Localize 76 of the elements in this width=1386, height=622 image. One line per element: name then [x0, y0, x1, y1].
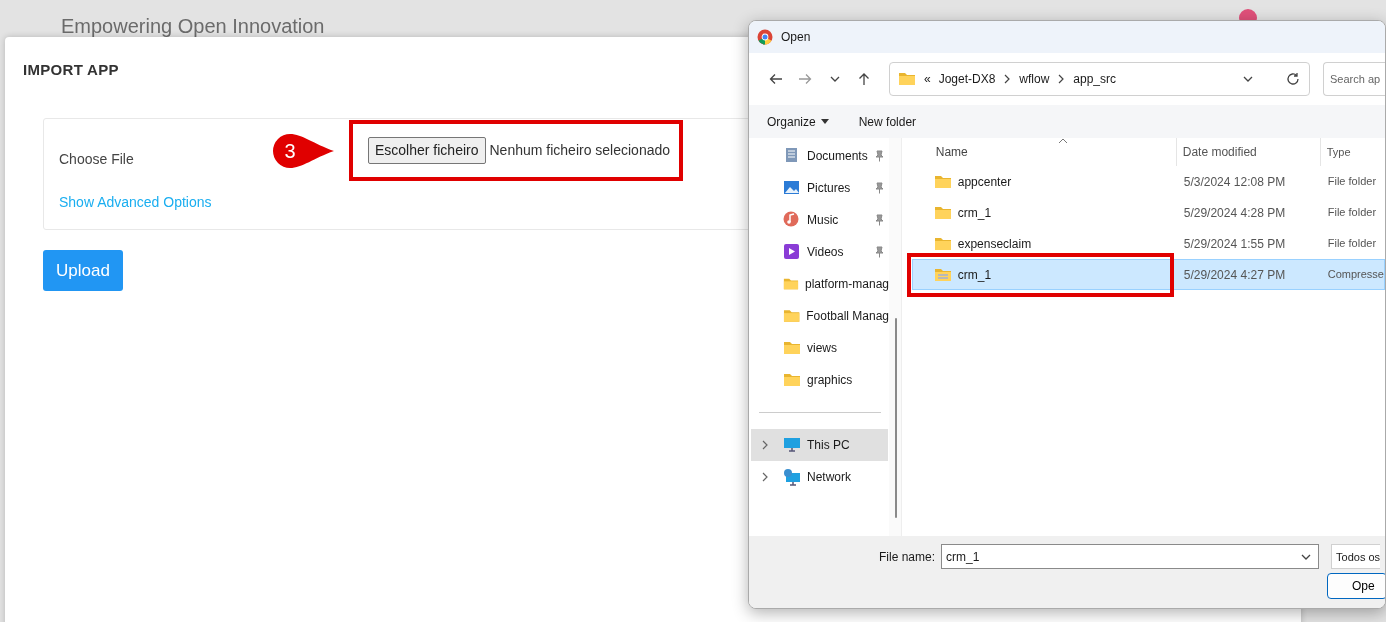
- chevron-right-icon: [1003, 74, 1012, 84]
- navigation-label: views: [807, 340, 837, 357]
- file-name: crm_1: [957, 266, 992, 284]
- chevron-right-icon[interactable]: [761, 472, 769, 482]
- file-name: crm_1: [957, 204, 992, 222]
- file-type: File folder: [1326, 174, 1377, 190]
- address-bar[interactable]: « Joget-DX8 wflow app_src: [888, 62, 1310, 96]
- modal-title: IMPORT APP: [23, 60, 119, 80]
- column-header[interactable]: Type: [1320, 143, 1351, 161]
- field-label: File name:: [879, 548, 936, 566]
- navigation-item[interactable]: graphics: [749, 364, 889, 396]
- organize-menu-button[interactable]: Organize: [767, 112, 829, 131]
- file-name-field[interactable]: crm_1: [941, 544, 1320, 569]
- navigation-item[interactable]: Pictures: [749, 172, 889, 204]
- file-type: File folder: [1326, 205, 1377, 221]
- file-type-dropdown[interactable]: Todos os: [1331, 544, 1381, 569]
- network-icon: [783, 468, 801, 486]
- file-row[interactable]: crm_1 5/29/2024 4:28 PM File folder: [911, 197, 1385, 228]
- file-row[interactable]: crm_1 5/29/2024 4:27 PM Compresse: [911, 259, 1385, 290]
- file-date: 5/29/2024 1:55 PM: [1182, 235, 1287, 253]
- chevron-right-icon: [1057, 74, 1066, 84]
- navigation-label: platform-manag: [804, 276, 889, 293]
- navigation-label: Network: [807, 469, 851, 486]
- dialog-title: Open: [781, 29, 811, 46]
- file-status-text: Nenhum ficheiro selecionado: [489, 140, 671, 160]
- navigation-item[interactable]: Network: [749, 461, 889, 493]
- navigation-label: Football Manag: [806, 308, 889, 325]
- path-overflow-text: «: [923, 71, 931, 88]
- file-name: expenseclaim: [957, 235, 1032, 253]
- file-row[interactable]: expenseclaim 5/29/2024 1:55 PM File folder: [911, 228, 1385, 259]
- file-name: appcenter: [957, 173, 1012, 191]
- choose-file-button[interactable]: Escolher ficheiro: [368, 136, 486, 164]
- path-segment[interactable]: wflow: [1019, 70, 1050, 88]
- file-date: 5/29/2024 4:27 PM: [1182, 266, 1287, 284]
- file-date: 5/29/2024 4:28 PM: [1182, 204, 1287, 222]
- folder-icon: [783, 307, 801, 325]
- navigation-label: This PC: [807, 437, 850, 454]
- refresh-icon[interactable]: [1284, 71, 1301, 87]
- picture-icon: [783, 179, 801, 197]
- new-folder-button[interactable]: New folder: [858, 112, 917, 131]
- navigation-label: Documents: [807, 148, 868, 165]
- folder-icon: [897, 70, 916, 88]
- file-date: 5/3/2024 12:08 PM: [1182, 173, 1287, 191]
- navigation-label: graphics: [807, 372, 853, 389]
- folder-icon: [783, 371, 801, 389]
- field-value: crm_1: [946, 548, 980, 566]
- navigation-item[interactable]: platform-manag: [749, 268, 889, 300]
- navigation-item[interactable]: views: [749, 332, 889, 364]
- navigation-item[interactable]: Football Manag: [749, 300, 889, 332]
- back-icon[interactable]: [767, 71, 784, 87]
- chevron-right-icon[interactable]: [761, 440, 769, 450]
- file-type: Compresse: [1326, 267, 1384, 283]
- music-icon: [783, 211, 801, 229]
- path-segment[interactable]: app_src: [1073, 70, 1117, 88]
- navigation-label: Pictures: [807, 180, 851, 197]
- sort-caret-icon: [1057, 138, 1068, 144]
- search-field[interactable]: Search ap: [1322, 62, 1385, 96]
- video-icon: [783, 243, 801, 261]
- browser-logo-icon: [757, 29, 773, 45]
- column-header[interactable]: Name: [911, 138, 1177, 166]
- computer-icon: [783, 436, 801, 454]
- open-button[interactable]: Ope: [1327, 573, 1385, 599]
- file-type: File folder: [1326, 236, 1377, 252]
- path-segment[interactable]: Joget-DX8: [938, 70, 996, 88]
- field-label: Choose File: [59, 149, 134, 169]
- page-title: Empowering Open Innovation: [61, 14, 325, 39]
- navigation-item[interactable]: This PC: [751, 429, 888, 461]
- file-row[interactable]: appcenter 5/3/2024 12:08 PM File folder: [911, 166, 1385, 197]
- navigation-label: Videos: [807, 244, 844, 261]
- column-header[interactable]: Date modified: [1176, 138, 1321, 166]
- navigation-item[interactable]: Music: [749, 204, 889, 236]
- scroll-thumb[interactable]: [895, 318, 897, 518]
- navigation-item[interactable]: Documents: [749, 140, 889, 172]
- navigation-item[interactable]: Videos: [749, 236, 889, 268]
- navigation-label: Music: [807, 212, 839, 229]
- folder-icon: [783, 339, 801, 357]
